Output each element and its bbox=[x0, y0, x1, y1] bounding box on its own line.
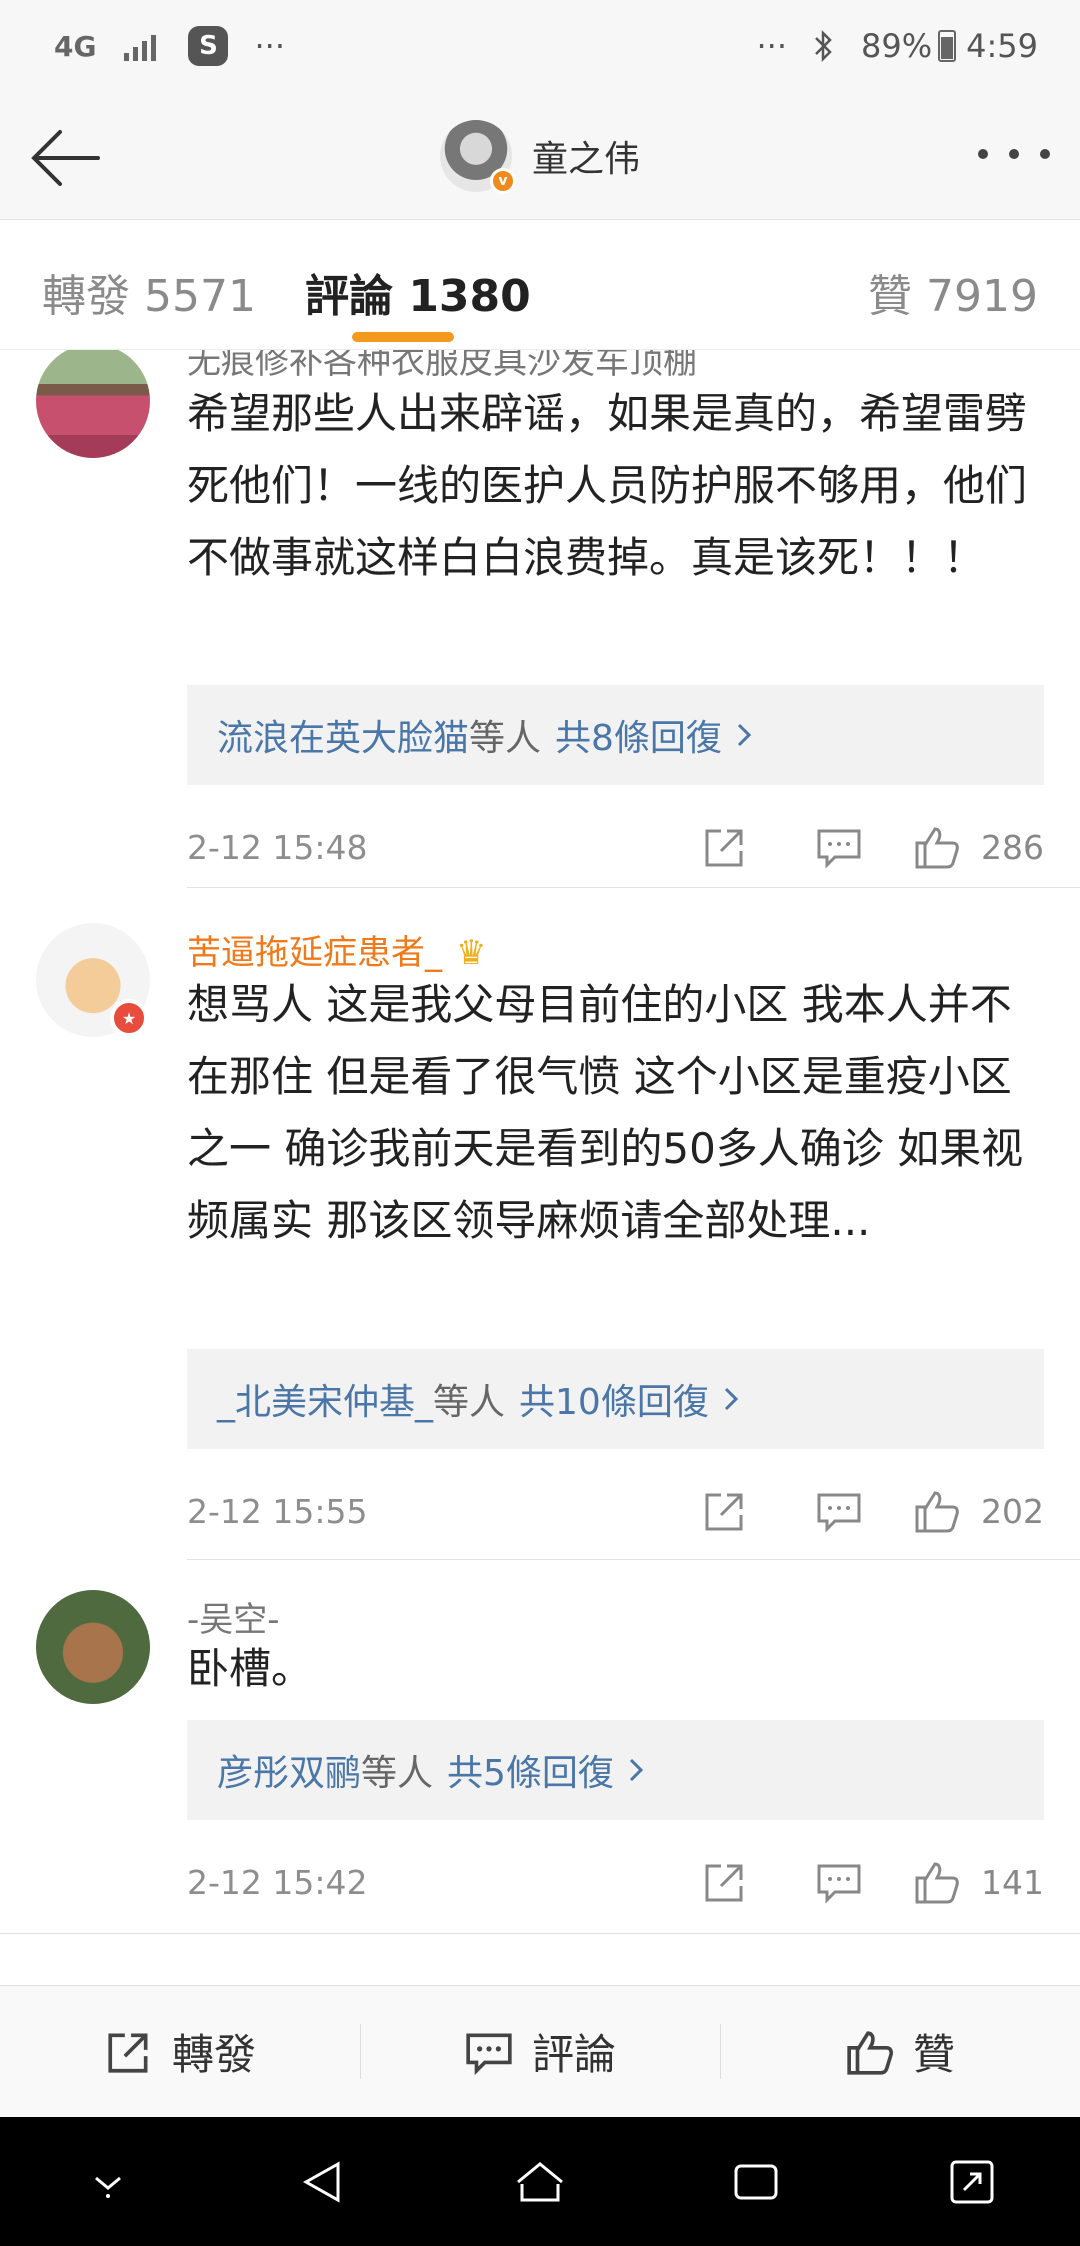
verified-badge-icon: v bbox=[489, 167, 516, 194]
comment-time: 2-12 15:48 bbox=[187, 827, 368, 867]
clock: 4:59 bbox=[966, 27, 1038, 65]
sim-app-icon: S bbox=[188, 26, 229, 66]
back-arrow-icon[interactable] bbox=[28, 120, 104, 196]
share-icon[interactable] bbox=[701, 1487, 749, 1535]
reply-user-names[interactable]: 彦彤双鹂 bbox=[217, 1744, 361, 1796]
share-icon[interactable] bbox=[701, 1858, 749, 1906]
tab-like[interactable]: 贊 7919 bbox=[868, 260, 1038, 324]
comment-text: 卧槽。 bbox=[187, 1644, 314, 1693]
like-count: 202 bbox=[981, 1491, 1044, 1531]
like-button[interactable]: 141 bbox=[913, 1858, 1044, 1906]
thumbs-up-icon[interactable] bbox=[913, 823, 961, 871]
back-triangle-icon[interactable] bbox=[296, 2154, 352, 2210]
signal-icon bbox=[124, 35, 157, 61]
replies-summary[interactable]: 流浪在英大脸猫 等人 共8條回復 bbox=[187, 685, 1044, 785]
thumbs-up-icon[interactable] bbox=[913, 1858, 961, 1906]
replies-summary[interactable]: 彦彤双鹂 等人 共5條回復 bbox=[187, 1720, 1044, 1820]
reply-icon[interactable] bbox=[815, 823, 863, 871]
comment-username[interactable]: 苦逼拖延症患者_ ♛ bbox=[187, 925, 486, 974]
avatar[interactable] bbox=[36, 1590, 150, 1704]
thumbs-up-icon[interactable] bbox=[913, 1487, 961, 1535]
reply-count[interactable]: 共10條回復 bbox=[519, 1373, 709, 1425]
page-title: 童之伟 bbox=[531, 138, 640, 180]
chevron-down-icon[interactable] bbox=[80, 2154, 136, 2210]
comment-text: 想骂人 这是我父母目前住的小区 我本人并不在那住 但是看了很气愤 这个小区是重疫… bbox=[187, 980, 1024, 1245]
tab-bar: 轉發 5571 評論 1380 贊 7919 bbox=[0, 220, 1080, 350]
like-button[interactable]: 贊 bbox=[720, 1986, 1080, 2117]
expand-icon[interactable] bbox=[944, 2154, 1000, 2210]
comment-meta: 2-12 15:42 141 bbox=[187, 1852, 1044, 1912]
share-icon bbox=[108, 2033, 148, 2073]
network-indicator: 4G bbox=[54, 29, 97, 63]
home-icon[interactable] bbox=[512, 2154, 568, 2210]
notification-more: ··· bbox=[254, 27, 285, 65]
comment-meta: 2-12 15:55 202 bbox=[187, 1481, 1044, 1541]
replies-summary[interactable]: _北美宋仲基_ 等人 共10條回復 bbox=[187, 1349, 1044, 1449]
comment-text: 希望那些人出来辟谣，如果是真的，希望雷劈死他们！一线的医护人员防护服不够用，他们… bbox=[187, 389, 1028, 582]
like-count: 286 bbox=[981, 827, 1044, 867]
header-profile[interactable]: v 童之伟 bbox=[439, 119, 640, 194]
avatar[interactable]: v bbox=[439, 119, 516, 194]
repost-button[interactable]: 轉發 bbox=[0, 1986, 360, 2117]
tab-comment[interactable]: 評論 1380 bbox=[305, 260, 531, 324]
like-label: 贊 bbox=[912, 2030, 955, 2079]
avatar[interactable] bbox=[36, 350, 150, 458]
comment-icon bbox=[466, 2033, 512, 2075]
like-count: 141 bbox=[981, 1862, 1044, 1902]
share-icon[interactable] bbox=[701, 823, 749, 871]
member-badge-icon: ★ bbox=[110, 999, 148, 1037]
status-bar: 4G S ··· ··· 89% 4:59 bbox=[0, 0, 1080, 92]
chevron-right-icon bbox=[724, 1387, 738, 1411]
crown-icon: ♛ bbox=[456, 933, 487, 973]
reply-user-names[interactable]: 流浪在英大脸猫 bbox=[217, 709, 469, 761]
repost-label: 轉發 bbox=[171, 2030, 256, 2079]
bluetooth-icon bbox=[815, 29, 832, 63]
reply-user-names[interactable]: _北美宋仲基_ bbox=[217, 1373, 433, 1425]
active-tab-indicator bbox=[352, 332, 454, 342]
more-options-icon[interactable] bbox=[978, 134, 1050, 174]
comment-button[interactable]: 評論 bbox=[360, 1986, 720, 2117]
chevron-right-icon bbox=[629, 1758, 644, 1782]
reply-count[interactable]: 共5條回復 bbox=[447, 1744, 614, 1796]
header: v 童之伟 bbox=[0, 92, 1080, 220]
system-navigation-bar bbox=[0, 2117, 1080, 2246]
comment-label: 評論 bbox=[531, 2030, 616, 2079]
reply-icon[interactable] bbox=[815, 1487, 863, 1535]
reply-icon[interactable] bbox=[815, 1858, 863, 1906]
status-more: ··· bbox=[756, 27, 788, 65]
battery-icon bbox=[938, 30, 957, 62]
comment-list[interactable]: 无痕修补各种衣服皮具沙发车顶棚 希望那些人出来辟谣，如果是真的，希望雷劈死他们！… bbox=[0, 350, 1080, 1985]
reply-count[interactable]: 共8條回復 bbox=[555, 709, 722, 761]
chevron-right-icon bbox=[737, 723, 752, 747]
bottom-toolbar: 轉發 評論 贊 bbox=[0, 1985, 1080, 2117]
tab-repost[interactable]: 轉發 5571 bbox=[42, 260, 256, 324]
comment-meta: 2-12 15:48 286 bbox=[187, 817, 1044, 877]
battery-level: 89% bbox=[861, 27, 933, 65]
like-button[interactable]: 286 bbox=[913, 823, 1044, 871]
comment-time: 2-12 15:42 bbox=[187, 1862, 368, 1902]
recents-icon[interactable] bbox=[728, 2154, 784, 2210]
expand-more-comments-link[interactable]: 展開更多評論 bbox=[0, 1975, 1080, 1985]
like-button[interactable]: 202 bbox=[913, 1487, 1044, 1535]
comment-time: 2-12 15:55 bbox=[187, 1491, 368, 1531]
thumbs-up-icon bbox=[847, 2030, 894, 2075]
